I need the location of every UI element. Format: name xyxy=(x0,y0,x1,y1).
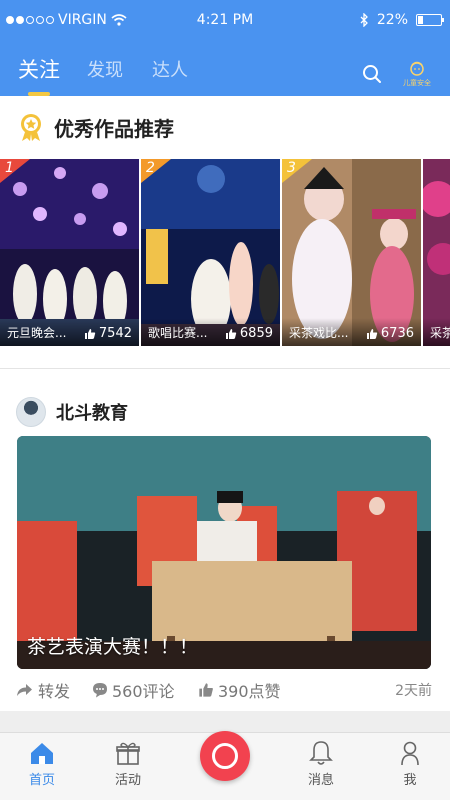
battery-percent: 22% xyxy=(376,12,408,28)
rank-number: 1 xyxy=(5,160,14,176)
card-likes: 6736 xyxy=(366,326,414,341)
card-title: 歌唱比赛... xyxy=(148,326,208,340)
card-caption: 元旦晚会... 7542 xyxy=(0,318,139,346)
child-safety-label: 儿童安全 xyxy=(403,79,431,87)
likes-count: 6736 xyxy=(380,326,414,341)
recommend-card[interactable]: 采茶 xyxy=(423,159,450,346)
comments-label: 560评论 xyxy=(112,682,175,701)
gift-icon xyxy=(116,742,140,765)
bluetooth-icon xyxy=(360,13,368,27)
tab-discover[interactable]: 发现 xyxy=(87,56,123,82)
tab-home[interactable]: 首页 xyxy=(12,739,72,788)
share-label: 转发 xyxy=(38,682,71,701)
recommend-list[interactable]: 1 元旦晚会... 7542 2 歌唱比赛... 6859 3 采茶戏比... … xyxy=(0,159,450,346)
child-face-icon xyxy=(410,61,424,76)
card-caption: 采茶 xyxy=(423,318,450,346)
bell-icon xyxy=(309,741,333,765)
search-icon[interactable] xyxy=(362,64,382,84)
card-title: 元旦晚会... xyxy=(7,326,67,340)
battery-fill xyxy=(418,16,423,24)
bottom-tab-bar: 首页 活动 消息 我 xyxy=(0,731,450,800)
feed-separator xyxy=(0,711,450,732)
camera-button[interactable] xyxy=(200,731,250,781)
tab-me[interactable]: 我 xyxy=(380,739,440,788)
likes-count: 6859 xyxy=(239,326,273,341)
share-icon xyxy=(17,684,32,696)
like-button[interactable]: 390点赞 xyxy=(198,678,281,702)
tab-follow[interactable]: 关注 xyxy=(18,54,60,84)
feed[interactable]: 优秀作品推荐 1 元旦晚会... 7542 2 歌唱比赛... 6859 3 采… xyxy=(0,96,450,732)
battery-icon xyxy=(416,14,444,26)
author-name[interactable]: 北斗教育 xyxy=(56,399,128,425)
status-right: 22% xyxy=(359,12,444,28)
recommend-header: 优秀作品推荐 xyxy=(16,112,174,142)
rank-number: 3 xyxy=(287,160,296,176)
comment-button[interactable]: 560评论 xyxy=(92,678,175,702)
tab-me-label: 我 xyxy=(403,773,417,788)
thumbs-up-icon xyxy=(225,328,237,339)
tab-activity-label: 活动 xyxy=(114,773,141,788)
post-time: 2天前 xyxy=(395,683,432,699)
thumbs-up-icon xyxy=(366,328,378,339)
card-title: 采茶戏比... xyxy=(289,326,349,340)
card-likes: 6859 xyxy=(225,326,273,341)
medal-icon xyxy=(21,114,41,141)
recommend-title: 优秀作品推荐 xyxy=(54,116,174,141)
tab-activity[interactable]: 活动 xyxy=(98,739,158,788)
person-icon xyxy=(401,741,419,766)
share-button[interactable]: 转发 xyxy=(16,678,70,702)
section-divider xyxy=(0,368,450,369)
likes-count: 7542 xyxy=(98,326,132,341)
post-title: 茶艺表演大赛！！！ xyxy=(27,636,199,658)
recommend-card[interactable]: 1 元旦晚会... 7542 xyxy=(0,159,139,346)
avatar[interactable] xyxy=(16,397,46,427)
child-safety-button[interactable]: 儿童安全 xyxy=(402,60,432,88)
thumbs-up-icon xyxy=(84,328,96,339)
tab-home-label: 首页 xyxy=(28,773,55,788)
card-title: 采茶 xyxy=(430,326,450,340)
tab-messages-label: 消息 xyxy=(307,773,334,788)
card-likes: 7542 xyxy=(84,326,132,341)
post-media[interactable]: 茶艺表演大赛！！！ xyxy=(17,436,431,669)
comment-icon xyxy=(93,683,107,698)
likes-label: 390点赞 xyxy=(218,682,281,701)
top-nav: 关注 发现 达人 儿童安全 xyxy=(0,40,450,96)
post-author[interactable]: 北斗教育 xyxy=(16,397,128,427)
card-caption: 采茶戏比... 6736 xyxy=(282,318,421,346)
thumbs-up-icon xyxy=(199,683,213,697)
home-icon xyxy=(31,743,53,764)
tab-messages[interactable]: 消息 xyxy=(291,739,351,788)
camera-icon xyxy=(212,743,238,769)
status-bar: VIRGIN 4:21 PM 22% xyxy=(0,0,450,40)
tab-experts[interactable]: 达人 xyxy=(152,56,188,82)
card-caption: 歌唱比赛... 6859 xyxy=(141,318,280,346)
recommend-card[interactable]: 3 采茶戏比... 6736 xyxy=(282,159,421,346)
rank-number: 2 xyxy=(146,160,155,176)
post-actions: 转发 560评论 390点赞 2天前 xyxy=(0,678,450,708)
recommend-card[interactable]: 2 歌唱比赛... 6859 xyxy=(141,159,280,346)
